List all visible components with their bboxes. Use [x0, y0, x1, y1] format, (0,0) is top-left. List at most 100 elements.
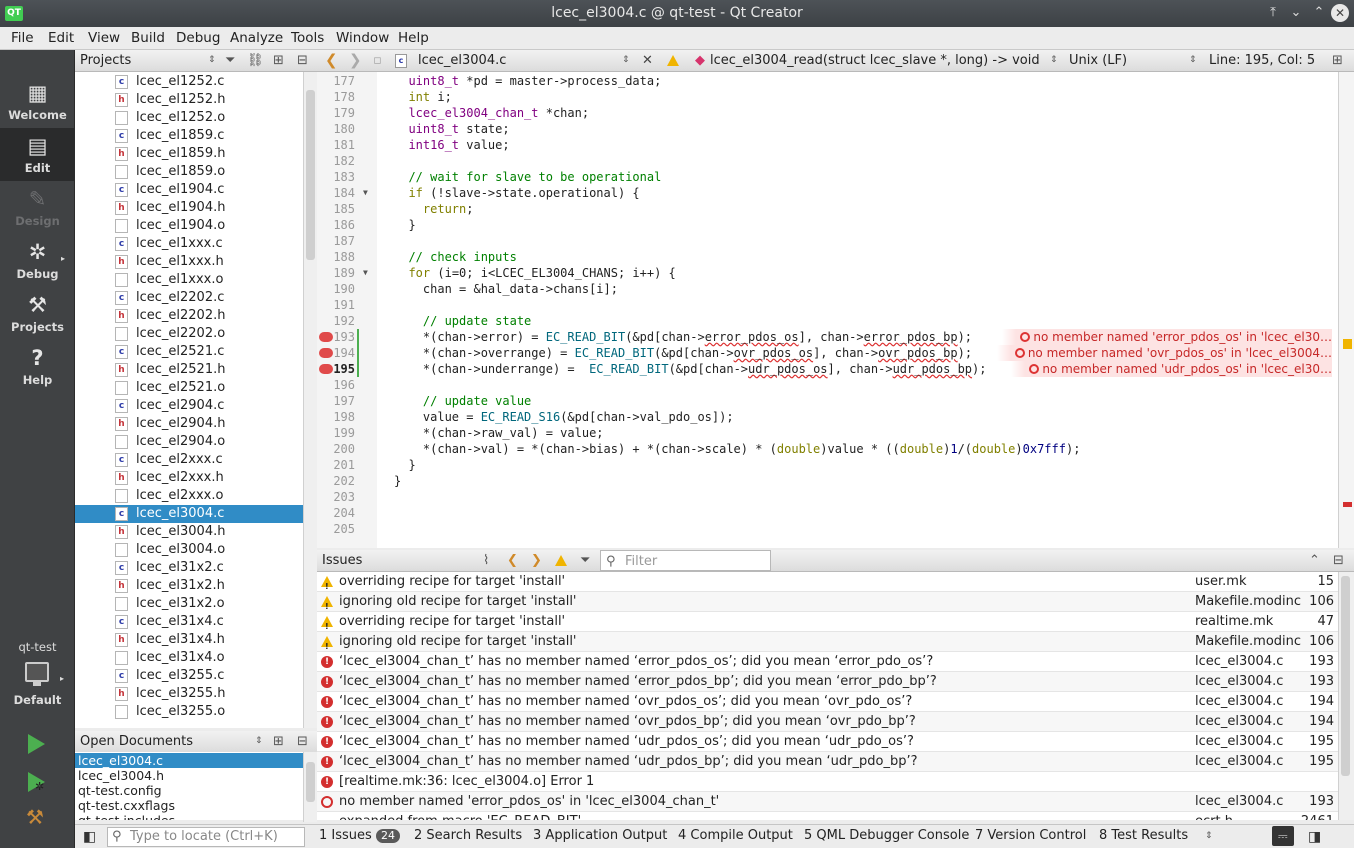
- next-issue-icon[interactable]: ❯: [531, 550, 542, 571]
- editor-scrollbar[interactable]: [1338, 72, 1354, 548]
- open-document-item[interactable]: qt-test.includes: [75, 813, 303, 820]
- code-line[interactable]: 200 *(chan->val) = *(chan->bias) + *(cha…: [317, 441, 1338, 457]
- code-line[interactable]: 190 chan = &hal_data->chans[i];: [317, 281, 1338, 297]
- tree-item[interactable]: c lcec_el31x2.c: [75, 559, 303, 577]
- tree-item[interactable]: lcec_el2521.o: [75, 379, 303, 397]
- output-tab-search-results[interactable]: 2 Search Results: [414, 825, 522, 847]
- code-line[interactable]: 188 // check inputs: [317, 249, 1338, 265]
- show-warnings-icon[interactable]: [555, 555, 567, 566]
- menu-build[interactable]: Build: [131, 30, 165, 46]
- warning-icon[interactable]: [667, 55, 679, 66]
- back-arrow-icon[interactable]: ❮: [325, 50, 338, 71]
- tree-item[interactable]: lcec_el1xxx.o: [75, 271, 303, 289]
- issues-filter-input[interactable]: ⚲ Filter: [600, 550, 771, 571]
- tree-item[interactable]: lcec_el1252.o: [75, 109, 303, 127]
- issue-row[interactable]: ! ‘lcec_el3004_chan_t’ has no member name…: [317, 652, 1338, 672]
- tree-item[interactable]: c lcec_el3004.c: [75, 505, 303, 523]
- maximize-stack-icon[interactable]: ⤒: [1264, 4, 1282, 22]
- tree-item[interactable]: lcec_el1859.o: [75, 163, 303, 181]
- output-tab-issues[interactable]: 1 Issues 24: [319, 825, 400, 847]
- menu-help[interactable]: Help: [398, 30, 429, 46]
- code-line[interactable]: 202}: [317, 473, 1338, 489]
- run-icon[interactable]: [28, 734, 45, 754]
- code-line[interactable]: 199 *(chan->raw_val) = value;: [317, 425, 1338, 441]
- tree-item[interactable]: c lcec_el2904.c: [75, 397, 303, 415]
- open-document-item[interactable]: lcec_el3004.h: [75, 768, 303, 783]
- tree-item[interactable]: c lcec_el1xxx.c: [75, 235, 303, 253]
- locator-input[interactable]: ⚲ Type to locate (Ctrl+K): [107, 827, 305, 847]
- fold-arrow-icon[interactable]: ▼: [363, 265, 368, 281]
- output-tab-version-control[interactable]: 7 Version Control: [975, 825, 1086, 847]
- tree-item[interactable]: h lcec_el2904.h: [75, 415, 303, 433]
- issue-row[interactable]: overriding recipe for target 'install' us…: [317, 572, 1338, 597]
- issue-row[interactable]: ! ‘lcec_el3004_chan_t’ has no member name…: [317, 752, 1338, 772]
- code-line[interactable]: 186 }: [317, 217, 1338, 233]
- code-line[interactable]: 182: [317, 153, 1338, 169]
- tree-item[interactable]: c lcec_el2xxx.c: [75, 451, 303, 469]
- line-ending-selector[interactable]: Unix (LF): [1069, 50, 1127, 71]
- issue-row[interactable]: ! ‘lcec_el3004_chan_t’ has no member name…: [317, 732, 1338, 752]
- code-line[interactable]: 196: [317, 377, 1338, 393]
- tree-item[interactable]: c lcec_el1904.c: [75, 181, 303, 199]
- menu-file[interactable]: File: [11, 30, 34, 46]
- tree-item[interactable]: lcec_el3004.o: [75, 541, 303, 559]
- code-line[interactable]: 179 lcec_el3004_chan_t *chan;: [317, 105, 1338, 121]
- view-selector-arrows-icon[interactable]: ⇕: [255, 731, 263, 752]
- issue-row[interactable]: ignoring old recipe for target 'install'…: [317, 632, 1338, 657]
- code-line[interactable]: 178 int i;: [317, 89, 1338, 105]
- clean-icon[interactable]: ⌇: [483, 550, 489, 571]
- menu-tools[interactable]: Tools: [291, 30, 324, 46]
- close-panel-icon[interactable]: ⊟: [297, 731, 308, 752]
- code-line[interactable]: 203: [317, 489, 1338, 505]
- code-line[interactable]: 184 ▼ if (!slave->state.operational) {: [317, 185, 1338, 201]
- code-line[interactable]: 181 int16_t value;: [317, 137, 1338, 153]
- code-line[interactable]: 185 return;: [317, 201, 1338, 217]
- tree-item[interactable]: h lcec_el2521.h: [75, 361, 303, 379]
- code-line[interactable]: 205: [317, 521, 1338, 537]
- issue-row[interactable]: overriding recipe for target 'install' re…: [317, 612, 1338, 637]
- menu-window[interactable]: Window: [336, 30, 389, 46]
- code-line[interactable]: 177 uint8_t *pd = master->process_data;: [317, 73, 1338, 89]
- output-tab-test-results[interactable]: 8 Test Results: [1099, 825, 1188, 847]
- filter-tree-icon[interactable]: ⏷: [225, 50, 235, 71]
- debug-submenu-arrow-icon[interactable]: ▸: [61, 254, 65, 263]
- code-line[interactable]: 192 // update state: [317, 313, 1338, 329]
- code-editor[interactable]: 177 uint8_t *pd = master->process_data; 1…: [317, 72, 1338, 548]
- tree-item[interactable]: c lcec_el1252.c: [75, 73, 303, 91]
- tree-item[interactable]: h lcec_el1904.h: [75, 199, 303, 217]
- open-documents-title[interactable]: Open Documents: [80, 731, 193, 752]
- view-selector-arrows-icon[interactable]: ⇕: [208, 50, 216, 71]
- projects-view-selector[interactable]: Projects: [80, 50, 131, 71]
- split-icon[interactable]: ⊞: [273, 50, 284, 71]
- code-line[interactable]: 193 *(chan->error) = EC_READ_BIT(&pd[cha…: [317, 329, 1338, 345]
- open-document-item[interactable]: lcec_el3004.c: [75, 753, 303, 768]
- code-line[interactable]: 180 uint8_t state;: [317, 121, 1338, 137]
- output-tab-qml-debugger-console[interactable]: 5 QML Debugger Console: [804, 825, 969, 847]
- tree-item[interactable]: h lcec_el3004.h: [75, 523, 303, 541]
- menu-debug[interactable]: Debug: [176, 30, 220, 46]
- close-window-icon[interactable]: ✕: [1331, 4, 1349, 22]
- tree-item[interactable]: h lcec_el3255.h: [75, 685, 303, 703]
- progress-details-icon[interactable]: ⎓: [1272, 826, 1294, 846]
- issue-row[interactable]: ignoring old recipe for target 'install'…: [317, 592, 1338, 617]
- mode-debug[interactable]: ✲ Debug ▸: [0, 234, 75, 287]
- tree-item[interactable]: lcec_el31x4.o: [75, 649, 303, 667]
- code-line[interactable]: 183 // wait for slave to be operational: [317, 169, 1338, 185]
- tree-item[interactable]: h lcec_el2xxx.h: [75, 469, 303, 487]
- tree-item[interactable]: lcec_el2904.o: [75, 433, 303, 451]
- tree-item[interactable]: h lcec_el1xxx.h: [75, 253, 303, 271]
- tree-item[interactable]: c lcec_el2202.c: [75, 289, 303, 307]
- project-tree-scrollbar[interactable]: [303, 72, 317, 728]
- tree-item[interactable]: lcec_el2xxx.o: [75, 487, 303, 505]
- tree-item[interactable]: lcec_el3255.o: [75, 703, 303, 721]
- close-document-icon[interactable]: ✕: [642, 50, 653, 71]
- toggle-sidebar-icon[interactable]: ◧: [83, 826, 96, 848]
- code-line[interactable]: 187: [317, 233, 1338, 249]
- output-tab-compile-output[interactable]: 4 Compile Output: [678, 825, 793, 847]
- inline-error-annotation[interactable]: no member named 'udr_pdos_os' in 'lcec_e…: [1011, 361, 1332, 377]
- code-line[interactable]: 197 // update value: [317, 393, 1338, 409]
- menu-analyze[interactable]: Analyze: [230, 30, 283, 46]
- tree-item[interactable]: h lcec_el31x4.h: [75, 631, 303, 649]
- close-panel-icon[interactable]: ⊟: [1333, 550, 1344, 571]
- tree-item[interactable]: h lcec_el2202.h: [75, 307, 303, 325]
